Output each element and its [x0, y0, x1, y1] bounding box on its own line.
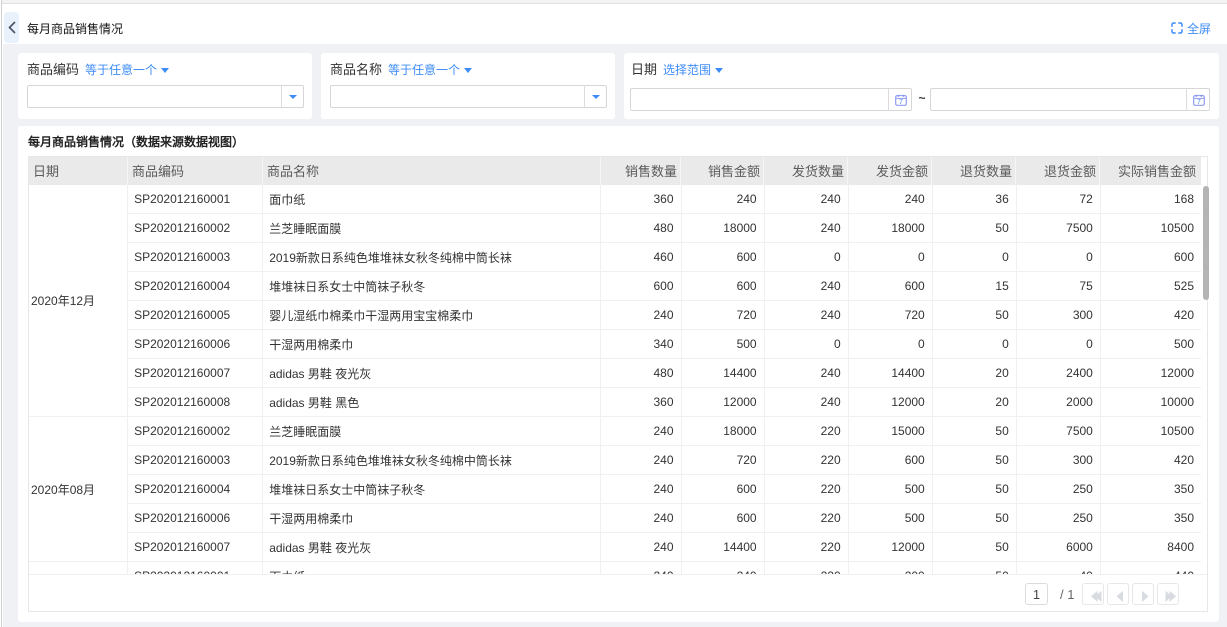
svg-text:7: 7	[899, 99, 903, 106]
svg-text:7: 7	[1197, 99, 1201, 106]
